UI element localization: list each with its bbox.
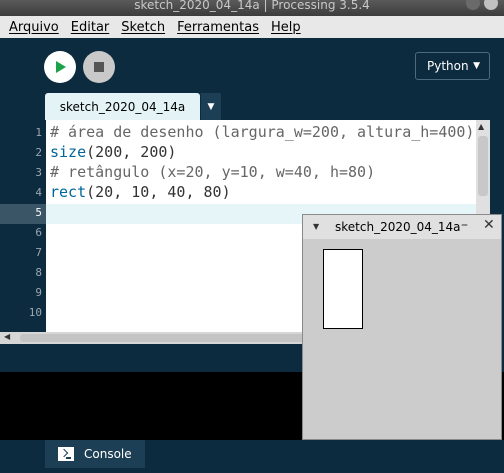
scroll-left-icon[interactable]: ◀ [4, 332, 10, 341]
run-button[interactable] [44, 51, 76, 83]
window-titlebar: sketch_2020_04_14a | Processing 3.5.4 [0, 0, 504, 16]
chevron-down-icon: ▼ [473, 61, 480, 71]
menu-sketch[interactable]: Sketch [118, 20, 168, 35]
sketch-window-titlebar[interactable]: ▼ sketch_2020_04_14a – ✕ [303, 215, 501, 239]
toolbar: Python ▼ [0, 38, 504, 93]
line-number: 1 [35, 126, 42, 139]
menu-ferramentas[interactable]: Ferramentas [174, 20, 262, 35]
console-label: Console [84, 447, 132, 461]
window-menu-icon[interactable]: ▼ [313, 222, 319, 231]
minimize-icon[interactable]: – [461, 217, 468, 233]
menu-help[interactable]: Help [268, 20, 304, 35]
menu-arquivo[interactable]: Arquivo [6, 20, 62, 35]
tab-menu-button[interactable]: ▼ [201, 93, 221, 120]
close-icon[interactable]: ✕ [483, 217, 495, 233]
chevron-down-icon: ▼ [207, 101, 215, 112]
stop-icon [94, 62, 104, 72]
sketch-output-window: ▼ sketch_2020_04_14a – ✕ [302, 214, 502, 440]
code-line[interactable]: # retângulo (x=20, y=10, w=40, h=80) [50, 163, 375, 181]
vertical-scroll-thumb[interactable] [478, 136, 488, 196]
stop-button[interactable] [83, 51, 115, 83]
code-function: size [50, 143, 87, 161]
code-function: rect [50, 183, 87, 201]
line-number: 9 [35, 286, 42, 299]
line-number: 3 [35, 166, 42, 179]
tab-label: sketch_2020_04_14a [59, 99, 186, 114]
footer-bar: Console [0, 440, 504, 473]
sketch-rectangle [323, 249, 363, 329]
scroll-up-icon[interactable]: ▲ [478, 122, 484, 131]
mode-label: Python [427, 59, 469, 73]
console-icon [58, 447, 74, 461]
code-comment: # retângulo (x=20, y=10, w=40, h=80) [50, 163, 376, 181]
menubar: Arquivo Editar Sketch Ferramentas Help [0, 16, 504, 38]
sketch-window-title: sketch_2020_04_14a [335, 220, 461, 234]
window-title: sketch_2020_04_14a | Processing 3.5.4 [134, 0, 370, 12]
play-icon [56, 61, 66, 73]
line-number: 2 [35, 146, 42, 159]
line-number: 10 [28, 306, 42, 319]
console-tab[interactable]: Console [45, 440, 145, 468]
code-line[interactable]: # área de desenho (largura_w=200, altura… [50, 123, 474, 141]
line-number: 7 [35, 246, 42, 259]
line-number: 8 [35, 266, 42, 279]
menu-editar[interactable]: Editar [68, 20, 113, 35]
tab-strip: sketch_2020_04_14a ▼ [0, 93, 504, 120]
code-comment: # área de desenho (largura_w=200, altura… [50, 123, 475, 141]
tab-sketch[interactable]: sketch_2020_04_14a [45, 93, 200, 120]
code-text: (20, 10, 40, 80) [86, 183, 231, 201]
code-line[interactable]: size(200, 200) [50, 143, 176, 161]
window-minimize-button[interactable] [466, 0, 480, 10]
line-number: 4 [35, 186, 42, 199]
window-controls [466, 0, 498, 10]
code-text: (200, 200) [86, 143, 177, 161]
mode-selector[interactable]: Python ▼ [415, 52, 490, 80]
code-line[interactable]: rect(20, 10, 40, 80) [50, 183, 231, 201]
line-number: 5 [35, 206, 42, 219]
window-close-button[interactable] [484, 0, 498, 10]
line-number: 6 [35, 226, 42, 239]
